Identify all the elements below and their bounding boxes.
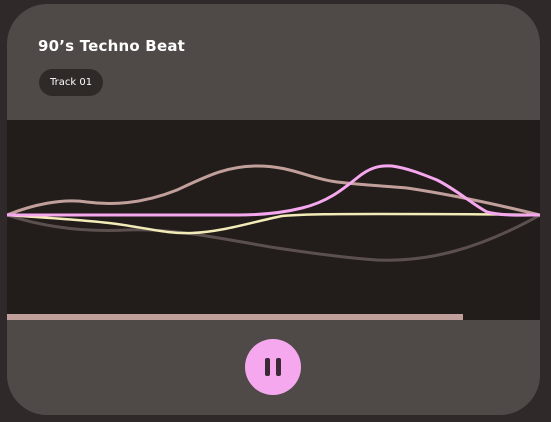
waveform-pink-line (7, 164, 540, 217)
track-badge: Track 01 (39, 69, 104, 96)
waveform-svg (7, 164, 540, 262)
track-title: 90’s Techno Beat (38, 37, 186, 55)
waveform-visualizer (7, 120, 540, 320)
progress-fill (7, 314, 464, 320)
pause-bar-right (276, 358, 281, 376)
progress-bar[interactable] (7, 314, 540, 320)
audio-player-card: 90’s Techno Beat Track 01 (7, 4, 540, 415)
waveform-rose-line (7, 164, 540, 217)
play-pause-button[interactable] (245, 339, 301, 395)
pause-bar-left (265, 358, 270, 376)
